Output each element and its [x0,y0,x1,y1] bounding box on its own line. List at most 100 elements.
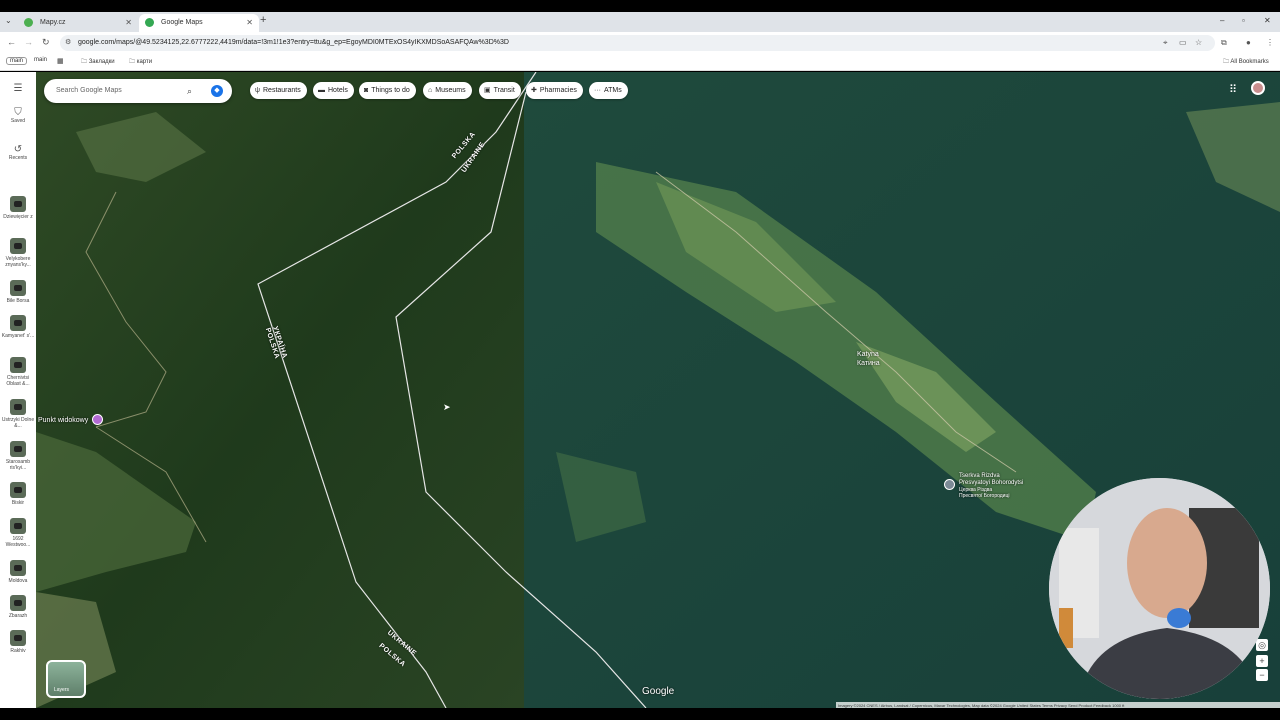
profile-icon[interactable]: ● [1246,38,1251,47]
search-placeholder: Search Google Maps [56,87,122,94]
chip-restaurants[interactable]: ψ Restaurants [250,82,307,99]
bookmarks-bar [0,54,1280,71]
recent-place-6[interactable]: Ustrzyki Dolne &... [0,399,36,429]
new-tab-button[interactable]: + [260,14,266,26]
google-apps-icon[interactable]: ⠿ [1229,83,1237,96]
pharmacy-icon: ✚ [531,87,537,94]
search-icon[interactable]: ⌕ [187,79,192,103]
rail-label: Moldova [8,578,28,584]
screen: ⌄ Mapy.cz ✕ Google Maps ✕ + – ▫ ✕ ← → ↻ … [0,0,1280,720]
my-location-icon[interactable]: ◎ [1256,639,1268,651]
viewpoint-pin-icon[interactable] [92,414,103,425]
site-info-icon[interactable]: ⚙ [65,35,71,51]
rail-recents[interactable]: ↺ Recents [0,144,36,162]
url-text: google.com/maps/@49.5234125,22.6777222,4… [78,39,509,46]
rail-label: Ustrzyki Dolne &... [1,417,35,429]
install-app-icon[interactable]: ▭ [1179,38,1187,47]
recent-place-12[interactable]: Rakhiv [0,630,36,654]
poi-label[interactable]: Punkt widokowy [38,417,88,424]
apps-grid-icon[interactable]: ▦ [57,57,64,65]
place-thumbnail [10,441,26,457]
recent-place-5[interactable]: Chernivtsi Oblast &... [0,357,36,387]
recent-place-11[interactable]: Zbarazh [0,595,36,619]
menu-button[interactable]: ☰ [0,84,36,94]
bed-icon: ▬ [318,87,325,94]
church-label[interactable]: Tserkva Rizdva [959,473,1000,479]
bookmark-folder-zakladky[interactable]: 🗀 Закладки [81,57,115,67]
rail-saved[interactable]: ⛉ Saved [0,107,36,125]
zoom-out-button[interactable]: − [1256,669,1268,681]
tab-mapy[interactable]: Mapy.cz ✕ [18,14,138,32]
avatar[interactable] [1251,81,1265,95]
browser-menu-icon[interactable]: ⋮ [1266,38,1274,47]
directions-icon[interactable]: ◆ [211,85,223,97]
bookmark-main[interactable]: main [34,57,47,63]
rail-label: Rakhiv [10,648,26,654]
bottom-letterbox [0,708,1280,720]
extensions-icon[interactable]: ⧉ [1221,38,1227,48]
bus-icon: ▣ [484,87,491,94]
chip-things-to-do[interactable]: ◙ Things to do [359,82,416,99]
place-thumbnail [10,357,26,373]
forward-icon[interactable]: → [24,37,33,47]
folder-icon: 🗀 [81,59,88,65]
recent-place-3[interactable]: Bile Borsa [0,280,36,304]
rail-label: Zbarazh [8,613,28,619]
chip-transit[interactable]: ▣ Transit [479,82,521,99]
church-pin-icon[interactable] [944,479,955,490]
recent-place-7[interactable]: Starosamb ris'kyi... [0,441,36,471]
church-label: Presvyatoyi Bohorodytsi [959,480,1024,486]
chip-hotels[interactable]: ▬ Hotels [313,82,354,99]
webcam-overlay [1049,478,1270,699]
search-input[interactable]: Search Google Maps ⌕ ◆ [44,79,232,103]
rail-label: Biskir [11,500,25,506]
history-icon: ↺ [13,144,23,155]
close-window-icon[interactable]: ✕ [1264,16,1271,25]
close-tab-icon[interactable]: ✕ [125,14,132,32]
bookmark-icon: ⛉ [14,107,22,118]
tab-search-icon[interactable]: ⌄ [5,16,12,25]
bookmark-main-chip[interactable]: main [6,57,28,65]
church-label-cyrillic: Пресвятої Богородиці [959,493,1010,499]
back-icon[interactable]: ← [7,37,16,47]
mapy-favicon-icon [24,18,33,27]
presenter-video [1049,478,1270,699]
reload-icon[interactable]: ↻ [42,37,50,48]
maximize-icon[interactable]: ▫ [1242,16,1245,25]
rail-label: 1692 Westwoo... [5,536,31,548]
bookmark-folder-karty[interactable]: 🗀 карти [129,57,152,67]
chip-label: Pharmacies [539,87,577,94]
bookmark-label: карти [136,59,153,65]
minimize-icon[interactable]: – [1220,16,1224,25]
chip-museums[interactable]: ⌂ Museums [423,82,472,99]
village-label[interactable]: Katyna [857,351,879,358]
chip-pharmacies[interactable]: ✚ Pharmacies [526,82,583,99]
location-icon[interactable]: ⌖ [1163,38,1168,48]
place-thumbnail [10,518,26,534]
layers-button[interactable]: Layers [46,660,86,698]
recent-place-1[interactable]: Dziewięcier z [0,196,36,220]
place-thumbnail [10,560,26,576]
recent-place-9[interactable]: 1692 Westwoo... [0,518,36,548]
recent-place-10[interactable]: Moldova [0,560,36,584]
recent-place-4[interactable]: Kamyanet' s'... [0,315,36,339]
star-icon[interactable]: ☆ [1195,38,1202,47]
all-bookmarks[interactable]: 🗀 All Bookmarks [1223,57,1269,67]
chip-label: Restaurants [263,87,301,94]
place-thumbnail [10,196,26,212]
rail-label: Bile Borsa [6,298,30,304]
chip-label: Hotels [328,87,348,94]
chip-label: Transit [493,87,515,94]
camera-icon: ◙ [364,87,369,94]
chip-atms[interactable]: ··· ATMs [589,82,628,99]
chip-label: ATMs [604,87,622,94]
rail-label: Saved [10,118,26,124]
recent-place-8[interactable]: Biskir [0,482,36,506]
address-bar[interactable]: ⚙ google.com/maps/@49.5234125,22.6777222… [60,35,1215,51]
tab-google-maps[interactable]: Google Maps ✕ [139,14,259,32]
google-logo: Google [642,686,675,697]
close-tab-icon[interactable]: ✕ [246,14,253,32]
tab-title: Mapy.cz [40,19,66,26]
recent-place-2[interactable]: Velykobere znyans'ky... [0,238,36,268]
zoom-in-button[interactable]: + [1256,655,1268,667]
